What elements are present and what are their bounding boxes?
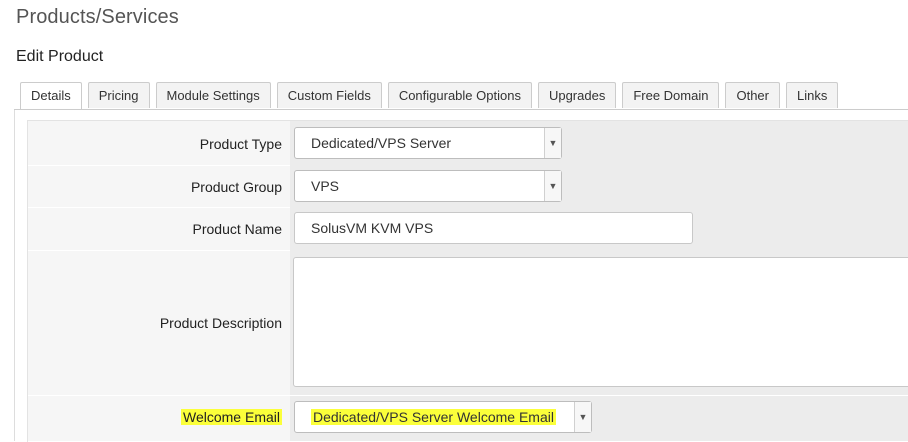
welcome-email-row: Welcome Email Dedicated/VPS Server Welco…: [28, 396, 908, 442]
chevron-down-icon[interactable]: ▼: [574, 402, 591, 432]
tab-custom-fields[interactable]: Custom Fields: [276, 82, 382, 108]
tab-pricing[interactable]: Pricing: [87, 82, 150, 108]
welcome-email-label: Welcome Email: [28, 409, 282, 425]
welcome-email-select[interactable]: Dedicated/VPS Server Welcome Email ▼: [294, 401, 592, 433]
product-group-row: Product Group VPS ▼: [28, 165, 908, 208]
welcome-email-label-text: Welcome Email: [181, 409, 282, 425]
product-description-label: Product Description: [159, 315, 282, 331]
product-description-textarea[interactable]: [293, 257, 908, 387]
tab-upgrades[interactable]: Upgrades: [537, 82, 617, 108]
product-type-select[interactable]: Dedicated/VPS Server ▼: [294, 127, 562, 159]
product-type-label: Product Type: [199, 136, 282, 152]
tab-details[interactable]: Details: [20, 82, 82, 111]
product-group-select[interactable]: VPS ▼: [294, 170, 562, 202]
product-name-label: Product Name: [192, 221, 282, 237]
product-description-row: Product Description: [28, 250, 908, 396]
product-name-value: SolusVM KVM VPS: [311, 220, 434, 236]
tab-links[interactable]: Links: [785, 82, 839, 108]
product-name-input[interactable]: SolusVM KVM VPS: [294, 212, 693, 244]
tab-configurable-options[interactable]: Configurable Options: [387, 82, 532, 108]
product-group-value: VPS: [311, 178, 340, 194]
tab-bar: Details Pricing Module Settings Custom F…: [20, 82, 839, 111]
section-title: Edit Product: [16, 48, 104, 65]
product-type-value: Dedicated/VPS Server: [311, 135, 452, 151]
chevron-down-icon[interactable]: ▼: [544, 128, 561, 158]
product-type-row: Product Type Dedicated/VPS Server ▼: [28, 121, 908, 166]
product-name-row: Product Name SolusVM KVM VPS: [28, 207, 908, 251]
tab-module-settings[interactable]: Module Settings: [155, 82, 271, 108]
tab-free-domain[interactable]: Free Domain: [622, 82, 720, 108]
chevron-down-icon[interactable]: ▼: [544, 171, 561, 201]
welcome-email-value: Dedicated/VPS Server Welcome Email: [311, 409, 556, 425]
page-title: Products/Services: [16, 6, 179, 28]
product-group-label: Product Group: [190, 179, 282, 195]
tab-other[interactable]: Other: [725, 82, 780, 108]
